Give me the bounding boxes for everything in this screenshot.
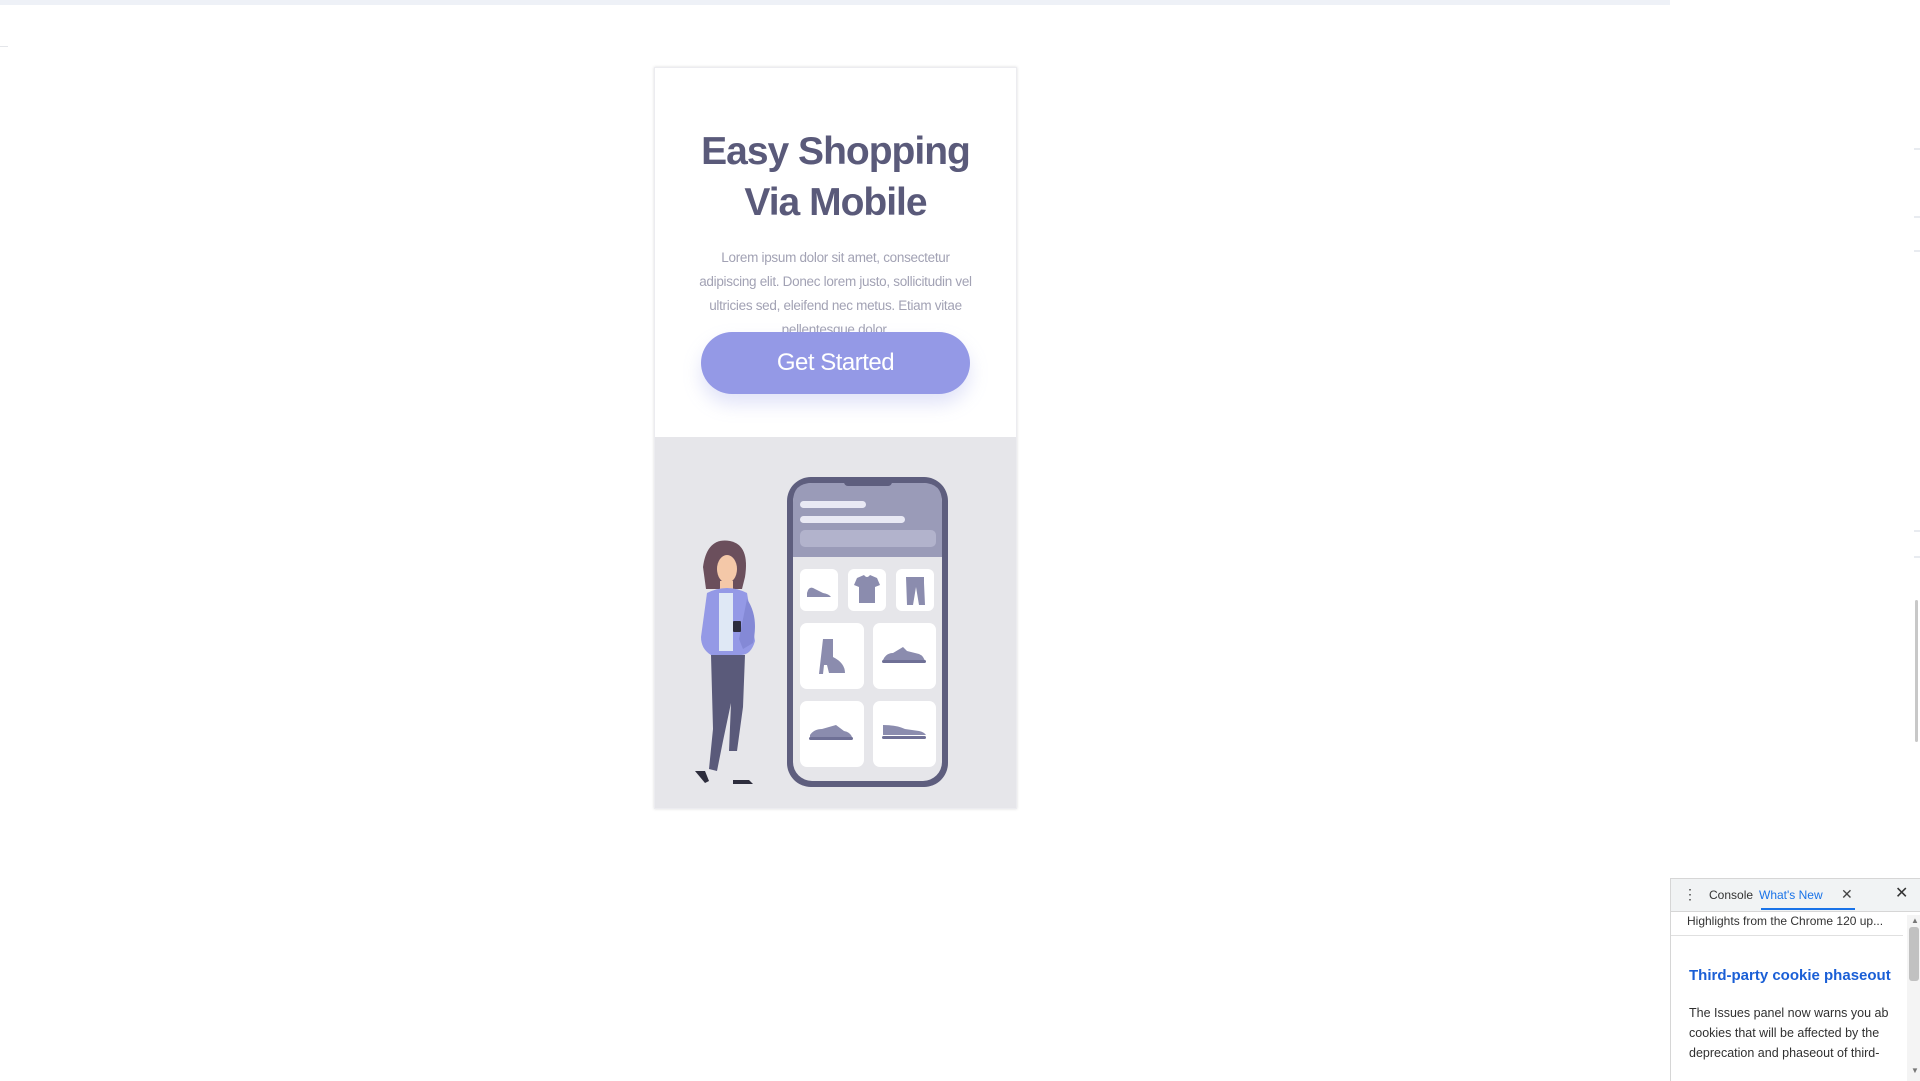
active-tab-indicator xyxy=(1761,908,1855,910)
hero-card: Easy Shopping Via Mobile Lorem ipsum dol… xyxy=(654,67,1017,809)
hero-headline: Easy Shopping Via Mobile xyxy=(701,130,971,224)
article-body: The Issues panel now warns you ab cookie… xyxy=(1689,1003,1903,1063)
page-edge-line xyxy=(0,46,8,47)
page-edge-mark xyxy=(1914,216,1920,218)
mobile-shopping-illustration xyxy=(695,477,948,787)
sneaker-icon xyxy=(873,623,936,689)
scroll-down-arrow-icon[interactable]: ▼ xyxy=(1911,1067,1919,1075)
pants-icon xyxy=(896,569,934,611)
devtools-scrollbar-thumb[interactable] xyxy=(1909,927,1919,981)
hero-text-section: Easy Shopping Via Mobile Lorem ipsum dol… xyxy=(655,68,1016,437)
article-line: cookies that will be affected by the xyxy=(1689,1026,1880,1040)
phone-mockup xyxy=(787,477,948,787)
tab-whats-new[interactable]: What's New xyxy=(1759,879,1823,911)
scroll-up-arrow-icon[interactable]: ▲ xyxy=(1911,917,1919,925)
page-edge-mark xyxy=(1914,250,1920,252)
whats-new-subtitle: Highlights from the Chrome 120 up... xyxy=(1687,914,1884,928)
tab-console[interactable]: Console xyxy=(1709,879,1753,911)
illustration-section xyxy=(655,437,1016,808)
browser-top-strip xyxy=(0,0,1670,5)
kebab-menu-icon[interactable]: ⋮ xyxy=(1683,886,1697,902)
get-started-button[interactable]: Get Started xyxy=(701,332,970,394)
page-edge-mark xyxy=(1914,556,1920,558)
t-shirt-icon xyxy=(848,569,886,611)
devtools-tab-bar: ⋮ Console What's New ✕ ✕ xyxy=(1671,879,1920,912)
close-tab-icon[interactable]: ✕ xyxy=(1841,887,1853,901)
article-title-link[interactable]: Third-party cookie phaseout xyxy=(1689,967,1903,984)
sneaker-icon xyxy=(873,701,936,767)
page-edge-mark xyxy=(1914,148,1920,150)
boot-icon xyxy=(800,623,864,689)
article-line: The Issues panel now warns you ab xyxy=(1689,1006,1889,1020)
phone-in-hand-icon xyxy=(733,621,741,632)
sneaker-icon xyxy=(800,701,864,767)
page-edge-mark xyxy=(1914,530,1920,532)
close-icon[interactable]: ✕ xyxy=(1895,886,1911,902)
divider xyxy=(1671,935,1903,936)
hero-description: Lorem ipsum dolor sit amet, consectetur … xyxy=(699,250,972,337)
article-line: deprecation and phaseout of third- xyxy=(1689,1046,1880,1060)
woman-figure xyxy=(695,540,755,784)
devtools-drawer: ⋮ Console What's New ✕ ✕ Highlights from… xyxy=(1670,878,1920,1081)
flat-shoe-icon xyxy=(800,569,838,611)
page-scrollbar-thumb[interactable] xyxy=(1915,600,1918,742)
